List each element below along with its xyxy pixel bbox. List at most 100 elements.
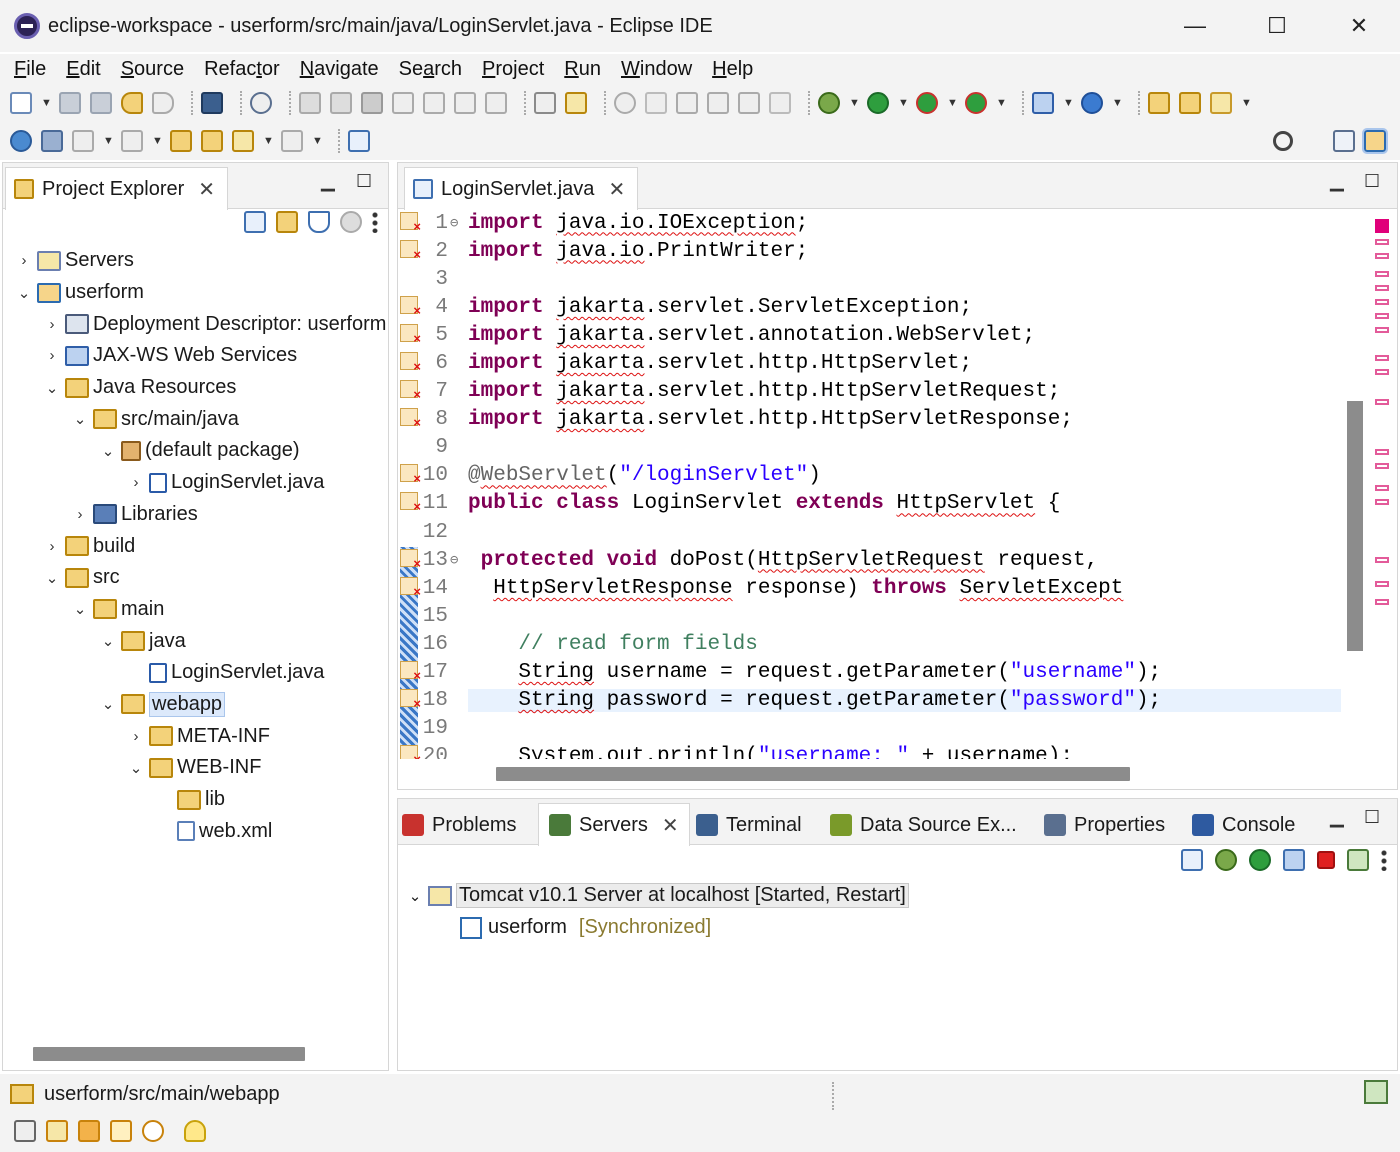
pin-icon[interactable] [645, 92, 667, 114]
run-icon[interactable] [867, 92, 889, 114]
minimize-view-icon[interactable]: ▁ [321, 171, 335, 192]
show-whitespace-icon[interactable] [738, 92, 760, 114]
overview-error-marker[interactable] [1375, 599, 1389, 605]
error-marker-icon[interactable] [400, 492, 421, 515]
book-icon[interactable] [46, 1120, 68, 1142]
close-icon[interactable]: ✕ [198, 177, 215, 202]
search-tool-icon[interactable] [1210, 92, 1232, 114]
chevron-down-icon[interactable]: ⌄ [406, 887, 424, 905]
code-line[interactable]: 11 public class LoginServlet extends Http… [398, 490, 1341, 518]
undo-icon[interactable] [121, 92, 143, 114]
tree-item[interactable]: › Deployment Descriptor: userform [3, 308, 388, 340]
menu-help[interactable]: Help [712, 58, 753, 81]
error-marker-icon[interactable] [400, 239, 421, 263]
overview-error-marker[interactable] [1375, 271, 1389, 277]
open-perspective-icon[interactable] [1333, 130, 1355, 152]
error-marker-icon[interactable] [400, 295, 421, 319]
web-browser-icon[interactable] [10, 130, 32, 152]
tab-servers[interactable]: Servers ✕ [538, 803, 690, 846]
chevron-down-icon[interactable]: ▼ [41, 97, 52, 109]
tree-item[interactable]: › LoginServlet.java [3, 467, 388, 499]
minimize-button[interactable]: — [1154, 0, 1236, 52]
chevron-down-icon[interactable]: ⌄ [99, 442, 117, 460]
reset-icon[interactable] [14, 1120, 36, 1142]
external-tools-icon[interactable] [965, 92, 987, 114]
terminate-icon[interactable] [361, 92, 383, 114]
maximize-view-icon[interactable]: ☐ [1364, 171, 1380, 192]
publish-icon[interactable] [1347, 849, 1369, 871]
code-editor[interactable]: 1⊖import java.io.IOException;2import jav… [398, 209, 1341, 759]
code-line[interactable]: 13⊖ protected void doPost(HttpServletReq… [398, 546, 1341, 574]
horizontal-scrollbar[interactable] [496, 767, 1130, 781]
error-summary-marker[interactable] [1375, 219, 1389, 233]
chevron-down-icon[interactable]: ▼ [263, 135, 274, 147]
overview-error-marker[interactable] [1375, 299, 1389, 305]
back-arrow-icon[interactable] [232, 130, 254, 152]
code-line[interactable]: 12 [398, 518, 1341, 546]
fold-toggle-icon[interactable]: ⊖ [450, 215, 468, 232]
overview-error-marker[interactable] [1375, 239, 1389, 245]
step-return-icon[interactable] [485, 92, 507, 114]
overview-error-marker[interactable] [1375, 313, 1389, 319]
chevron-down-icon[interactable]: ▼ [312, 135, 323, 147]
chevron-down-icon[interactable]: ▼ [849, 97, 860, 109]
overview-error-marker[interactable] [1375, 327, 1389, 333]
overview-error-marker[interactable] [1375, 369, 1389, 375]
focus-icon[interactable] [340, 211, 362, 233]
profile-server-icon[interactable] [1283, 849, 1305, 871]
overview-error-marker[interactable] [1375, 399, 1389, 405]
block-selection-icon[interactable] [707, 92, 729, 114]
filter-icon[interactable] [308, 211, 330, 233]
error-marker-icon[interactable] [400, 661, 421, 684]
use-step-filters-icon[interactable] [534, 92, 556, 114]
tree-item[interactable]: › JAX-WS Web Services [3, 340, 388, 372]
tab-console[interactable]: Console [1192, 807, 1295, 843]
minimize-view-icon[interactable]: ▁ [1330, 171, 1344, 192]
error-marker-icon[interactable] [400, 689, 421, 712]
tree-item[interactable]: ⌄ Java Resources [3, 372, 388, 404]
redo-icon[interactable] [152, 92, 174, 114]
code-line[interactable]: 16 // read form fields [398, 630, 1341, 658]
code-line[interactable]: 18 String password = request.getParamete… [398, 687, 1341, 715]
code-line[interactable]: 14 HttpServletResponse response) throws … [398, 574, 1341, 602]
debug-server-icon[interactable] [1215, 849, 1237, 871]
pilcrow-icon[interactable] [769, 92, 791, 114]
word-wrap-icon[interactable] [676, 92, 698, 114]
disconnect-icon[interactable] [392, 92, 414, 114]
search-icon[interactable] [1273, 131, 1293, 151]
debug-icon[interactable] [818, 92, 840, 114]
save-icon[interactable] [59, 92, 81, 114]
error-marker-icon[interactable] [400, 745, 421, 759]
menu-source[interactable]: Source [121, 58, 184, 81]
chevron-down-icon[interactable]: ⌄ [99, 695, 117, 713]
tree-item[interactable]: ⌄ (default package) [3, 435, 388, 467]
view-menu-icon[interactable] [1381, 849, 1387, 871]
new-java-class-icon[interactable] [1081, 92, 1103, 114]
code-line[interactable]: 5 import jakarta.servlet.annotation.WebSe… [398, 321, 1341, 349]
tree-item[interactable]: › Libraries [3, 499, 388, 531]
chevron-right-icon[interactable]: › [15, 252, 33, 269]
maximize-view-icon[interactable]: ☐ [1364, 807, 1380, 828]
chevron-down-icon[interactable]: ⌄ [71, 410, 89, 428]
error-marker-icon[interactable] [400, 352, 421, 375]
chevron-down-icon[interactable]: ⌄ [43, 379, 61, 397]
pin-editor-icon[interactable] [348, 130, 370, 152]
error-marker-icon[interactable] [400, 380, 421, 403]
tree-item[interactable]: web.xml [3, 815, 388, 847]
chevron-down-icon[interactable]: ▼ [947, 97, 958, 109]
code-line[interactable]: 17 String username = request.getParamete… [398, 659, 1341, 687]
new-java-project-icon[interactable] [1032, 92, 1054, 114]
lightbulb-icon[interactable] [184, 1120, 206, 1142]
overview-error-marker[interactable] [1375, 285, 1389, 291]
menu-refactor[interactable]: Refactor [204, 58, 280, 81]
chevron-down-icon[interactable]: ▼ [152, 135, 163, 147]
start-server-icon[interactable] [1249, 849, 1271, 871]
tree-item[interactable]: ⌄ WEB-INF [3, 752, 388, 784]
menu-edit[interactable]: Edit [66, 58, 100, 81]
open-task-icon[interactable] [1179, 92, 1201, 114]
code-line[interactable]: 1⊖import java.io.IOException; [398, 209, 1341, 237]
chevron-right-icon[interactable]: › [43, 538, 61, 555]
step-into-icon[interactable] [423, 92, 445, 114]
maximize-view-icon[interactable]: ☐ [356, 171, 372, 192]
tab-properties[interactable]: Properties [1044, 807, 1165, 843]
